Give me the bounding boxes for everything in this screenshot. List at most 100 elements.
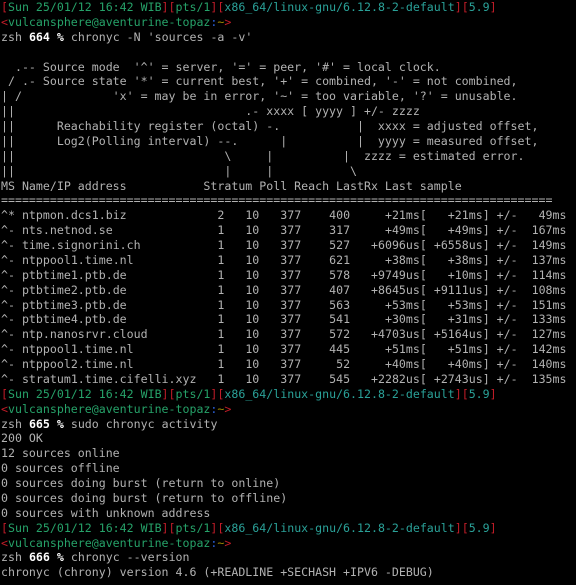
bracket-open: [ <box>168 520 176 535</box>
cell-pm: +/- <box>496 223 518 238</box>
cell-error: 108ms <box>517 282 567 297</box>
cell-ms: ^- <box>1 357 15 371</box>
cell-error: 151ms <box>517 297 567 312</box>
prompt-percent: % <box>56 416 64 431</box>
prompt-user-line: <vulcansphere@aventurine-topaz:~> <box>0 402 576 417</box>
cell-ms: ^- <box>1 371 15 386</box>
table-row: ^- ptbtime1.ptb.de 1 10 377 578 +9749us[… <box>1 267 567 282</box>
legend-line: || Reachability register (octal) -. | xx… <box>1 119 539 133</box>
cell-stratum: 1 <box>210 342 225 357</box>
cell-stratum: 1 <box>210 357 225 371</box>
table-header: MS Name/IP address Stratum Poll Reach La… <box>1 178 462 193</box>
cell-reach: 377 <box>259 342 302 357</box>
activity-output-line: 0 sources doing burst (return to offline… <box>1 490 288 505</box>
prompt-datetime: Sun 25/01/12 16:42 WIB <box>7 0 162 14</box>
cell-reach: 377 <box>259 238 302 252</box>
command-number: 664 <box>28 29 50 44</box>
legend-line: || | | \ <box>1 163 357 178</box>
cell-poll: 10 <box>224 297 260 312</box>
cell-name: ptbtime4.ptb.de <box>21 312 211 327</box>
cell-stratum: 2 <box>210 208 225 223</box>
cell-measured: +40ms <box>426 357 483 371</box>
prompt-arch: x86_64/linux-gnu/6.12.8-2-default <box>224 0 455 14</box>
command-line-666[interactable]: zsh 666 % chronyc --version <box>0 550 576 565</box>
cell-error: 133ms <box>517 312 567 327</box>
bracket-open: [ <box>168 386 176 401</box>
cell-poll: 10 <box>224 282 260 297</box>
prompt-shell-version: 5.9 <box>468 520 490 535</box>
bracket-close: ] <box>161 386 169 401</box>
cell-poll: 10 <box>224 357 260 371</box>
cell-lastrx: 527 <box>301 238 351 252</box>
prompt-status-line: [Sun 25/01/12 16:42 WIB][pts/1][x86_64/l… <box>0 387 576 402</box>
table-row: ^- ntppool1.time.nl 1 10 377 621 +38ms[ … <box>1 252 567 267</box>
command-line-665[interactable]: zsh 665 % sudo chronyc activity <box>0 417 576 432</box>
cell-poll: 10 <box>224 208 260 223</box>
cell-lastrx: 578 <box>301 267 351 282</box>
cell-lastrx: 407 <box>301 282 351 297</box>
cell-stratum: 1 <box>210 252 225 267</box>
cell-reach: 377 <box>259 252 302 267</box>
cell-adjusted: +30ms <box>350 312 420 327</box>
table-row: ^- ntppool2.time.nl 1 10 377 52 +40ms[ +… <box>1 357 567 371</box>
cell-measured: +10ms <box>426 267 483 282</box>
cell-pm: +/- <box>496 312 518 327</box>
prompt-user-host: vulcansphere@aventurine-topaz <box>7 14 211 29</box>
terminal-window[interactable]: [Sun 25/01/12 16:42 WIB][pts/1][x86_64/l… <box>0 0 576 585</box>
cell-lastrx: 52 <box>301 357 351 371</box>
cell-error: 137ms <box>517 252 567 267</box>
prompt-status-line: [Sun 25/01/12 16:42 WIB][pts/1][x86_64/l… <box>0 521 576 536</box>
cell-stratum: 1 <box>210 297 225 312</box>
prompt-shell-version: 5.9 <box>468 0 490 14</box>
cell-adjusted: +9749us <box>350 267 420 282</box>
cell-measured: +31ms <box>426 312 483 327</box>
cell-reach: 377 <box>259 267 302 282</box>
cell-lastrx: 445 <box>301 342 351 357</box>
cell-adjusted: +2282us <box>350 371 420 386</box>
prompt-gt: > <box>224 401 232 416</box>
prompt-user-host: vulcansphere@aventurine-topaz <box>7 535 211 550</box>
cell-reach: 377 <box>259 282 302 297</box>
cell-stratum: 1 <box>210 371 225 386</box>
cell-reach: 377 <box>259 327 302 342</box>
activity-output-line: 12 sources online <box>1 446 120 461</box>
cell-ms: ^* <box>1 208 15 223</box>
cell-lastrx: 317 <box>301 223 351 238</box>
prompt-gt: > <box>224 14 232 29</box>
prompt-gt: > <box>224 535 232 550</box>
cell-name: ntp.nanosrvr.cloud <box>21 327 211 342</box>
cell-name: ptbtime3.ptb.de <box>21 297 211 312</box>
bracket-open: [ <box>168 0 176 14</box>
command-text: chronyc --version <box>70 550 190 565</box>
bracket-close: ] <box>161 520 169 535</box>
activity-output-line: 0 sources offline <box>1 461 120 476</box>
cell-stratum: 1 <box>210 223 225 238</box>
cell-pm: +/- <box>496 327 518 342</box>
prompt-lt: < <box>1 535 8 550</box>
prompt-user-line: <vulcansphere@aventurine-topaz:~> <box>0 15 576 30</box>
bracket-close: ] <box>454 0 462 14</box>
cell-ms: ^- <box>1 327 15 342</box>
table-row: ^- ptbtime2.ptb.de 1 10 377 407 +8645us[… <box>1 282 567 297</box>
cell-measured: +38ms <box>426 252 483 267</box>
prompt-shell-version: 5.9 <box>468 386 490 401</box>
cell-pm: +/- <box>496 252 518 267</box>
cell-stratum: 1 <box>210 312 225 327</box>
cell-ms: ^- <box>1 252 15 267</box>
cell-name: stratum1.time.cifelli.xyz <box>21 371 211 386</box>
cell-reach: 377 <box>259 297 302 312</box>
cell-lastrx: 400 <box>301 208 351 223</box>
cell-adjusted: +21ms <box>350 208 420 223</box>
table-row: ^- time.signorini.ch 1 10 377 527 +6096u… <box>1 238 567 252</box>
activity-output-line: 0 sources with unknown address <box>1 505 211 520</box>
bracket-close: ] <box>489 0 497 14</box>
cell-pm: +/- <box>496 371 518 386</box>
command-line-664[interactable]: zsh 664 % chronyc -N 'sources -a -v' <box>0 30 576 45</box>
cell-stratum: 1 <box>210 267 225 282</box>
bracket-open: [ <box>1 520 8 535</box>
prompt-lt: < <box>1 401 8 416</box>
cell-measured: +53ms <box>426 297 483 312</box>
cell-lastrx: 541 <box>301 312 351 327</box>
cell-adjusted: +49ms <box>350 223 420 238</box>
activity-output-line: 200 OK <box>1 431 43 446</box>
